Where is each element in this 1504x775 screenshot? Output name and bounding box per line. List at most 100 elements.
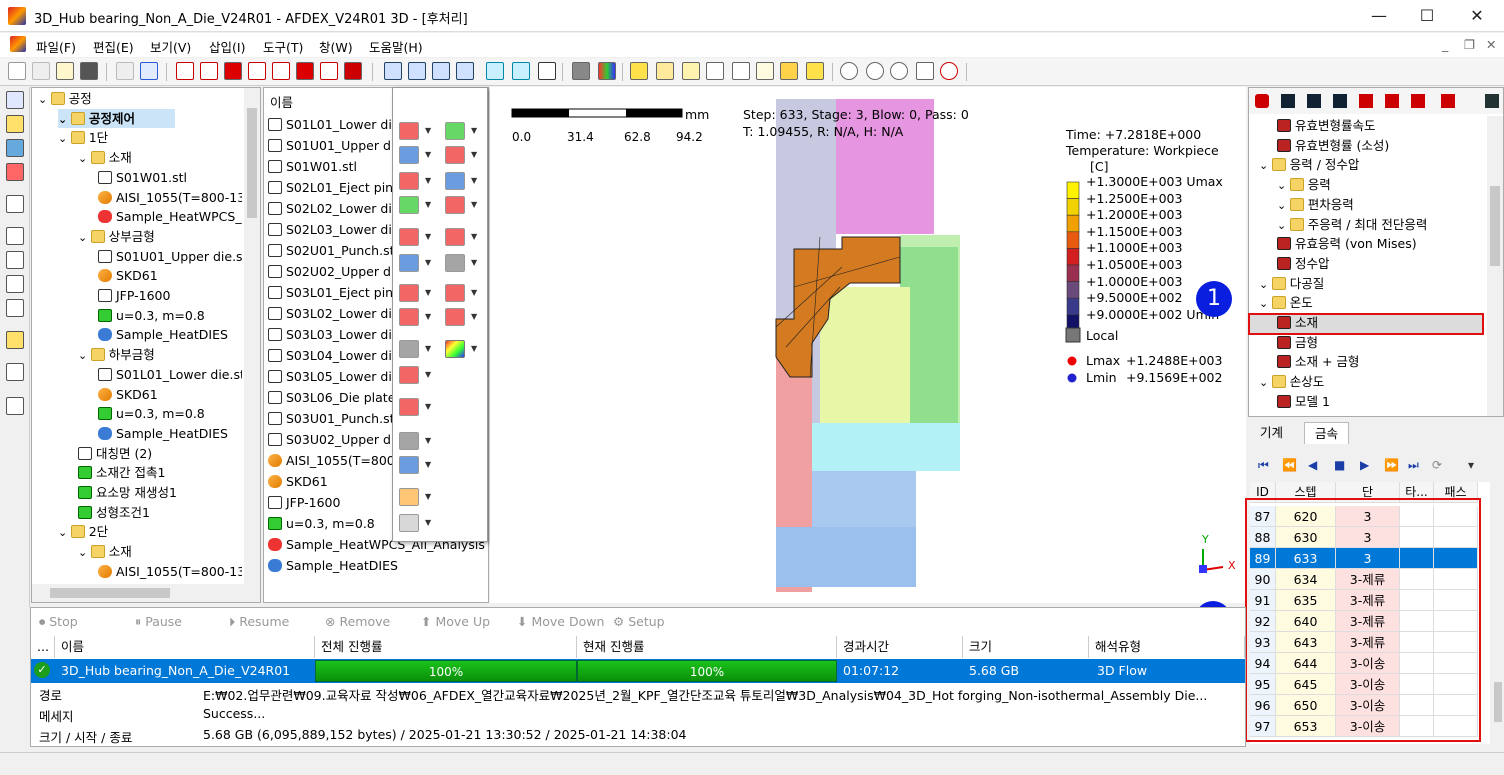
result-tool-icon[interactable]: [445, 122, 465, 140]
result-tool-icon[interactable]: [1441, 94, 1455, 108]
minimize-button[interactable]: —: [1356, 4, 1402, 28]
expand-chevron-icon[interactable]: ⌄: [1277, 179, 1290, 192]
expand-chevron-icon[interactable]: ⌄: [78, 546, 91, 559]
tree-node[interactable]: S01W01.stl: [98, 168, 187, 188]
structure-icon[interactable]: [6, 251, 24, 269]
dropdown-arrow-icon[interactable]: ▼: [425, 344, 431, 353]
result-tool-icon[interactable]: [399, 456, 419, 474]
tree-node[interactable]: ⌄ 2단: [58, 522, 108, 542]
menu-window[interactable]: 창(W): [319, 37, 353, 56]
zoom-fit-icon[interactable]: [890, 62, 908, 80]
dropdown-arrow-icon[interactable]: ▼: [471, 288, 477, 297]
view-right-icon[interactable]: [248, 62, 266, 80]
dropdown-arrow-icon[interactable]: ▼: [471, 150, 477, 159]
list-item[interactable]: Sample_HeatDIES: [268, 555, 398, 576]
tree-node[interactable]: 소재간 접촉1: [78, 463, 165, 483]
zoom-window-icon[interactable]: [940, 62, 958, 80]
dropdown-icon[interactable]: ▾: [1468, 458, 1474, 472]
display-icon[interactable]: [6, 163, 24, 181]
dropdown-arrow-icon[interactable]: ▼: [471, 344, 477, 353]
result-tree-node[interactable]: 유효응력 (von Mises): [1277, 234, 1417, 254]
result-tool-icon[interactable]: [1307, 94, 1321, 108]
stop-icon[interactable]: ■: [1334, 458, 1345, 472]
menu-insert[interactable]: 삽입(I): [209, 37, 245, 56]
tree-node[interactable]: S01L01_Lower die.stl: [98, 365, 242, 385]
save-icon[interactable]: [80, 62, 98, 80]
view-top-icon[interactable]: [272, 62, 290, 80]
rotate-y-icon[interactable]: [408, 62, 426, 80]
result-tree-node[interactable]: ⌄ 온도: [1259, 293, 1313, 313]
dropdown-arrow-icon[interactable]: ▼: [425, 312, 431, 321]
zoom-in-icon[interactable]: [866, 62, 884, 80]
dropdown-arrow-icon[interactable]: ▼: [471, 232, 477, 241]
expand-chevron-icon[interactable]: ⌄: [1259, 376, 1272, 389]
maximize-button[interactable]: ☐: [1404, 4, 1450, 28]
result-tool-icon[interactable]: [399, 432, 419, 450]
cube-mesh-icon[interactable]: [656, 62, 674, 80]
menu-tools[interactable]: 도구(T): [263, 37, 303, 56]
dropdown-arrow-icon[interactable]: ▼: [425, 200, 431, 209]
result-tool-icon[interactable]: [445, 228, 465, 246]
expand-chevron-icon[interactable]: ⌄: [78, 231, 91, 244]
dropdown-arrow-icon[interactable]: ▼: [425, 402, 431, 411]
zoom-out-icon[interactable]: [840, 62, 858, 80]
result-tool-icon[interactable]: [1485, 94, 1499, 108]
export-icon[interactable]: [140, 62, 158, 80]
view-iso2-icon[interactable]: [344, 62, 362, 80]
rotate-left-icon[interactable]: [486, 62, 504, 80]
tree-node[interactable]: ⌄ 1단: [58, 128, 108, 148]
tree-node[interactable]: ⌄ 하부금형: [78, 345, 155, 365]
expand-chevron-icon[interactable]: ⌄: [58, 526, 71, 539]
tree-node[interactable]: u=0.3, m=0.8: [98, 306, 205, 326]
hierarchy-icon[interactable]: [6, 227, 24, 245]
list-item[interactable]: JFP-1600: [268, 492, 340, 513]
tree-node[interactable]: Sample_HeatWPCS_All_Analysis: [98, 207, 242, 227]
tab-mechanical[interactable]: 기계: [1250, 422, 1293, 444]
list-item[interactable]: S02L01_Eject pin.stl: [268, 177, 412, 198]
result-tool-icon[interactable]: [399, 228, 419, 246]
list-item[interactable]: S01W01.stl: [268, 156, 357, 177]
tree-vscrollbar[interactable]: [244, 88, 260, 584]
view-front-icon[interactable]: [176, 62, 194, 80]
list-item[interactable]: u=0.3, m=0.8: [268, 513, 375, 534]
cube-swap-icon[interactable]: [780, 62, 798, 80]
process-icon[interactable]: [6, 115, 24, 133]
rotate-x-icon[interactable]: [384, 62, 402, 80]
checklist-icon[interactable]: [6, 397, 24, 415]
move-down-button[interactable]: ⬇ Move Down: [517, 614, 604, 629]
3d-viewport[interactable]: mm 0.0 31.4 62.8 94.2 Step: 633, Stage: …: [490, 87, 1246, 603]
pan-hand-icon[interactable]: [916, 62, 934, 80]
refresh-icon[interactable]: ⟳: [1432, 458, 1442, 472]
import-icon[interactable]: [116, 62, 134, 80]
result-tree-node[interactable]: 정수압: [1277, 254, 1330, 274]
result-tree-node[interactable]: ⌄ 주응력 / 최대 전단응력: [1277, 215, 1427, 235]
col-header[interactable]: 현재 진행률: [577, 636, 837, 658]
dropdown-arrow-icon[interactable]: ▼: [471, 176, 477, 185]
result-tree-node[interactable]: ⌄ 응력: [1277, 175, 1331, 195]
result-tree-node[interactable]: ⌄ 응력 / 정수압: [1259, 155, 1359, 175]
result-tool-icon[interactable]: [399, 340, 419, 358]
dropdown-arrow-icon[interactable]: ▼: [471, 126, 477, 135]
rotate-z-icon[interactable]: [432, 62, 450, 80]
view-iso-icon[interactable]: [320, 62, 338, 80]
cube-solid-icon[interactable]: [630, 62, 648, 80]
dropdown-arrow-icon[interactable]: ▼: [425, 176, 431, 185]
col-header[interactable]: 크기: [963, 636, 1089, 658]
result-tree-node[interactable]: 유효변형률 (소성): [1277, 136, 1389, 156]
cube-edge-icon[interactable]: [682, 62, 700, 80]
cube-multi-icon[interactable]: [806, 62, 824, 80]
tree-node[interactable]: Sample_HeatDIES: [98, 424, 228, 444]
tree-view-icon[interactable]: [6, 91, 24, 109]
expand-chevron-icon[interactable]: ⌄: [78, 152, 91, 165]
dropdown-arrow-icon[interactable]: ▼: [471, 312, 477, 321]
new-file-icon[interactable]: [8, 62, 26, 80]
expand-chevron-icon[interactable]: ⌄: [1277, 219, 1290, 232]
stop-button[interactable]: ⏺ Stop: [39, 614, 78, 630]
result-tool-icon[interactable]: [1255, 94, 1269, 108]
expand-chevron-icon[interactable]: ⌄: [78, 349, 91, 362]
mdi-close-icon[interactable]: ✕: [1486, 37, 1496, 52]
view-bottom-icon[interactable]: [296, 62, 314, 80]
menu-help[interactable]: 도움말(H): [369, 37, 423, 56]
view-left-icon[interactable]: [224, 62, 242, 80]
resume-button[interactable]: ⏵ Resume: [229, 614, 289, 630]
